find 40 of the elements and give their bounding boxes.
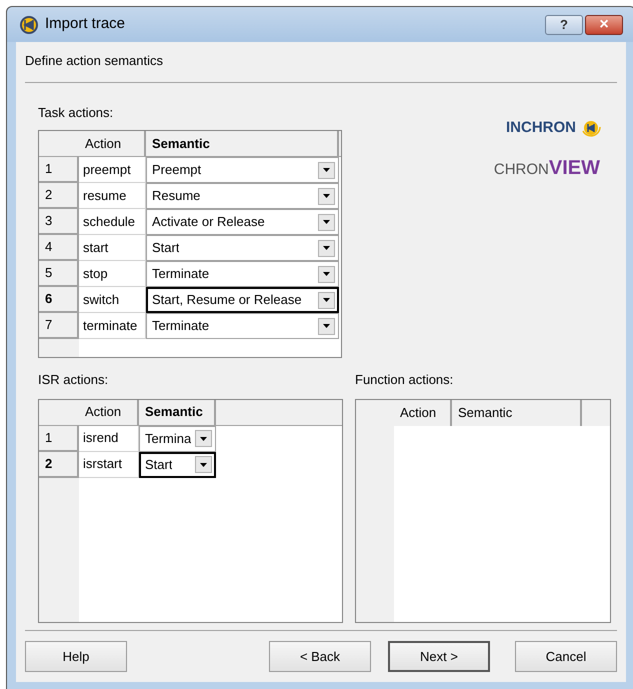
section-label: ISR actions:	[38, 371, 110, 389]
page-title: Define action semantics	[24, 52, 164, 70]
dropdown-arrow-icon	[323, 220, 330, 224]
semantic-dropdown[interactable]: Termina	[139, 426, 216, 452]
dropdown-arrow-icon	[323, 246, 330, 250]
semantic-dropdown[interactable]: Terminate	[146, 261, 339, 287]
dropdown-arrow-icon	[323, 168, 330, 172]
semantic-dropdown[interactable]: Start	[146, 235, 339, 261]
window-title: Import trace	[45, 14, 126, 34]
dropdown-arrow-icon	[200, 462, 207, 466]
dialog-button[interactable]: Help	[25, 641, 127, 672]
row-header[interactable]: 2	[39, 183, 79, 209]
row-header[interactable]: 1	[39, 426, 79, 452]
section-label: Task actions:	[38, 104, 114, 122]
semantic-dropdown[interactable]: Terminate	[146, 313, 339, 339]
row-header[interactable]: 4	[39, 235, 79, 261]
row-header[interactable]: 3	[39, 209, 79, 235]
brand-logo: INCHRON	[506, 116, 602, 139]
dropdown-arrow-icon	[323, 298, 330, 302]
dropdown-arrow-icon	[323, 272, 330, 276]
semantic-dropdown[interactable]: Resume	[146, 183, 339, 209]
section-label: Function actions:	[355, 371, 454, 389]
semantic-dropdown[interactable]: Start	[139, 452, 216, 478]
row-header[interactable]: 7	[39, 313, 79, 339]
dialog-button[interactable]: Cancel	[515, 641, 617, 672]
semantic-dropdown[interactable]: Activate or Release	[146, 209, 339, 235]
row-header[interactable]: 5	[39, 261, 79, 287]
semantic-dropdown[interactable]: Preempt	[146, 157, 339, 183]
app-icon	[19, 14, 39, 34]
row-header[interactable]: 2	[39, 452, 79, 478]
help-button[interactable]: ?	[545, 14, 583, 34]
row-header[interactable]: 6	[39, 287, 79, 313]
dropdown-arrow-icon	[200, 436, 207, 440]
product-logo: CHRONVIEW	[494, 156, 601, 181]
dropdown-arrow-icon	[323, 194, 330, 198]
dialog-button[interactable]: < Back	[269, 641, 371, 672]
row-header[interactable]: 1	[39, 157, 79, 183]
semantic-dropdown[interactable]: Start, Resume or Release	[146, 287, 339, 313]
dropdown-arrow-icon	[323, 324, 330, 328]
dialog-button[interactable]: Next >	[388, 641, 490, 672]
